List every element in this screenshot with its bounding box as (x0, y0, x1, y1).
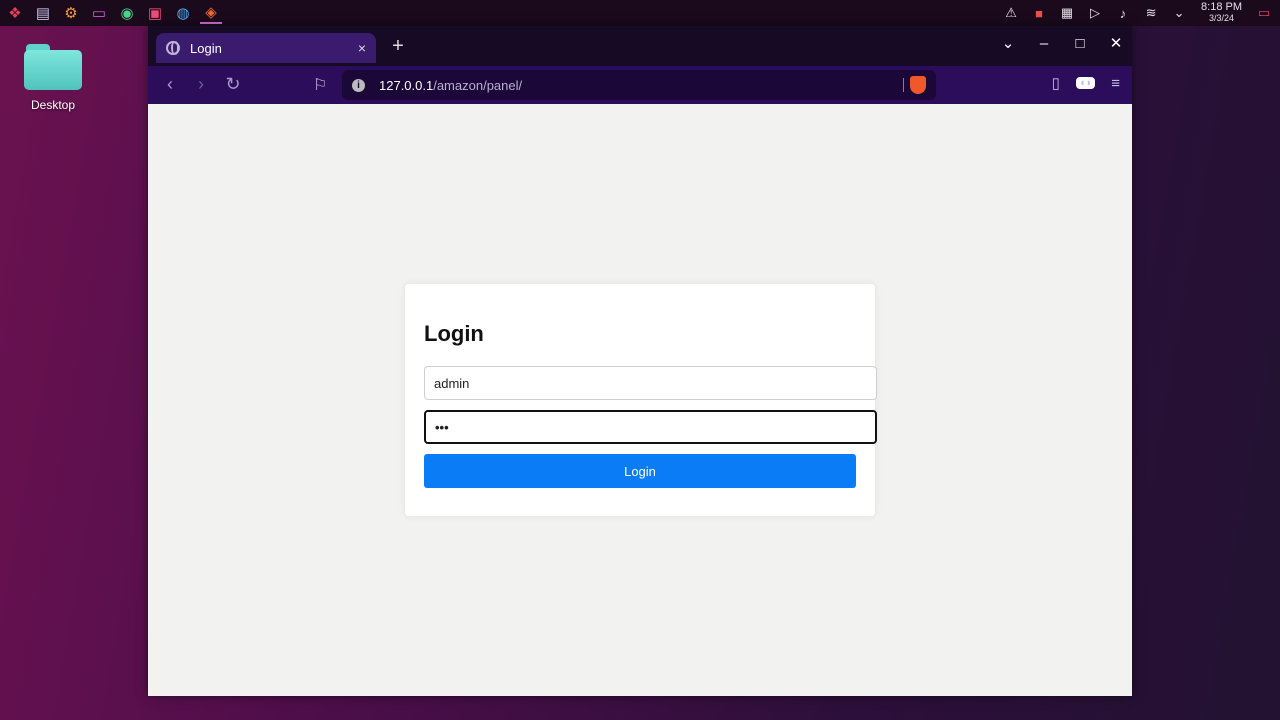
notification-icon[interactable]: ⚠ (1001, 3, 1021, 23)
browser-window: Login × + ⌄ – □ ✕ ‹ › ↻ ⚐ i 127.0.0.1 /a… (148, 26, 1132, 696)
sidebar-toggle-icon[interactable]: ▯ (1052, 74, 1060, 92)
taskbar: ❖ ▤ ⚙ ▭ ◉ ▣ ◍ ◈ ⚠ ■ ▦ ▷ ♪ ≋ ⌄ 8:18 PM 3/… (0, 0, 1280, 26)
username-input[interactable] (424, 366, 877, 400)
show-desktop-icon[interactable]: ▭ (1254, 3, 1274, 23)
close-window-button[interactable]: ✕ (1108, 34, 1124, 52)
private-window-icon[interactable]: ◖◗ (1075, 77, 1096, 89)
url-path: /amazon/panel/ (433, 77, 523, 93)
address-bar[interactable]: i 127.0.0.1 /amazon/panel/ (342, 70, 936, 100)
bookmark-icon[interactable]: ⚐ (313, 75, 327, 95)
settings-icon[interactable]: ⚙ (60, 2, 82, 24)
media-play-icon[interactable]: ▷ (1085, 3, 1105, 23)
toolbar-actions: ▯ ◖◗ ≡ (1052, 74, 1120, 93)
new-tab-button[interactable]: + (388, 35, 408, 58)
browser-toolbar: ‹ › ↻ ⚐ i 127.0.0.1 /amazon/panel/ ▯ ◖◗ … (148, 66, 1132, 104)
desktop-folder-label: Desktop (30, 98, 76, 112)
chevron-down-icon[interactable]: ⌄ (1169, 3, 1189, 23)
volume-icon[interactable]: ♪ (1113, 3, 1133, 23)
minimize-button[interactable]: – (1036, 35, 1052, 52)
tab-list-chevron-icon[interactable]: ⌄ (1000, 34, 1016, 52)
brave-shield-icon[interactable] (910, 76, 926, 94)
login-card: Login Login (405, 284, 877, 516)
terminal-icon[interactable]: ▣ (144, 2, 166, 24)
video-camera-icon[interactable]: ■ (1029, 3, 1049, 23)
back-button[interactable]: ‹ (160, 74, 180, 95)
tab-title: Login (190, 40, 222, 56)
taskbar-apps: ❖ ▤ ⚙ ▭ ◉ ▣ ◍ ◈ (0, 0, 222, 26)
login-title: Login (424, 321, 484, 346)
forward-button[interactable]: › (191, 74, 211, 95)
chromium-icon[interactable]: ◉ (116, 2, 138, 24)
url-host: 127.0.0.1 (379, 77, 434, 93)
tab-login[interactable]: Login × (156, 33, 376, 63)
menu-icon[interactable]: ≡ (1111, 75, 1120, 92)
globe-icon (166, 41, 180, 55)
tab-close-button[interactable]: × (358, 40, 366, 56)
password-input[interactable] (424, 410, 877, 444)
tab-bar: Login × + ⌄ – □ ✕ (148, 26, 1132, 66)
clipboard-icon[interactable]: ▦ (1057, 3, 1077, 23)
site-info-icon[interactable]: i (352, 78, 365, 92)
maximize-button[interactable]: □ (1072, 35, 1088, 52)
page-content: Login Login (148, 104, 1132, 696)
reload-button[interactable]: ↻ (223, 74, 243, 95)
wifi-icon[interactable]: ≋ (1141, 3, 1161, 23)
system-tray: ⚠ ■ ▦ ▷ ♪ ≋ ⌄ 8:18 PM 3/3/24 ▭ (1001, 0, 1280, 26)
clock-date: 3/3/24 (1209, 13, 1235, 23)
app-launcher-icon[interactable]: ❖ (4, 2, 26, 24)
files-icon[interactable]: ▭ (88, 2, 110, 24)
window-switcher-icon[interactable]: ▤ (32, 2, 54, 24)
login-button[interactable]: Login (424, 454, 856, 488)
tor-icon[interactable]: ◍ (172, 2, 194, 24)
clock[interactable]: 8:18 PM 3/3/24 (1201, 2, 1242, 24)
window-controls: ⌄ – □ ✕ (1000, 34, 1124, 53)
desktop-folder[interactable]: Desktop (20, 44, 86, 112)
url-separator (903, 78, 904, 92)
folder-icon (24, 44, 82, 90)
brave-icon[interactable]: ◈ (200, 2, 222, 24)
clock-time: 8:18 PM (1201, 1, 1242, 13)
